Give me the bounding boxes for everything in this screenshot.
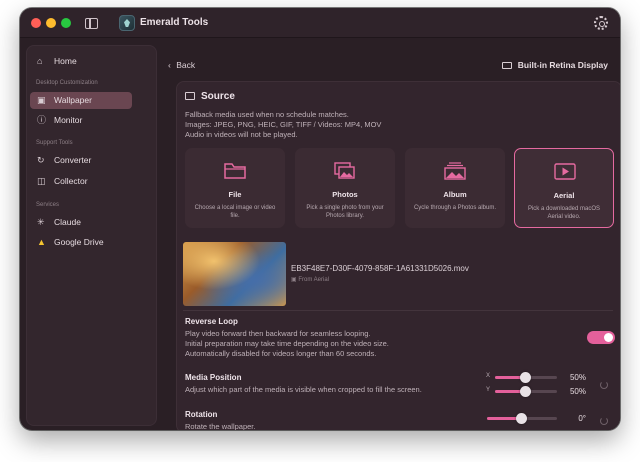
sidebar-item-label: Converter xyxy=(54,155,92,165)
display-icon xyxy=(501,62,512,69)
desc-line: Images: JPEG, PNG, HEIC, GIF, TIFF / Vid… xyxy=(185,120,382,129)
sidebar-section-services: Services xyxy=(36,202,60,208)
play-icon xyxy=(554,163,576,180)
source-origin: ▣ From Aerial xyxy=(291,276,329,283)
google-drive-icon: ▲ xyxy=(37,237,46,247)
position-x-value: 50% xyxy=(569,373,586,382)
sidebar-item-monitor[interactable]: ⓘ Monitor xyxy=(30,112,132,129)
divider xyxy=(183,310,613,311)
app-title: Emerald Tools xyxy=(140,17,209,28)
sidebar-item-label: Wallpaper xyxy=(54,95,92,105)
slider-knob[interactable] xyxy=(516,413,527,424)
title-bar: Emerald Tools xyxy=(20,8,620,38)
reset-rotation-icon[interactable] xyxy=(600,417,608,425)
album-icon xyxy=(444,162,466,180)
gear-icon[interactable] xyxy=(594,16,608,30)
card-title: File xyxy=(228,190,242,199)
sidebar-item-home[interactable]: ⌂ Home xyxy=(30,53,132,70)
sidebar: ⌂ Home Desktop Customization ▣ Wallpaper… xyxy=(26,45,157,426)
source-card-aerial[interactable]: Aerial Pick a downloaded macOS Aerial vi… xyxy=(514,148,614,228)
source-origin-label: From Aerial xyxy=(298,277,330,283)
refresh-icon: ↻ xyxy=(37,155,45,165)
media-position-title: Media Position xyxy=(185,373,242,382)
close-window-button[interactable] xyxy=(31,18,41,28)
display-selector[interactable]: Built-in Retina Display xyxy=(501,60,608,70)
card-title: Album xyxy=(443,190,467,199)
source-card-photos[interactable]: Photos Pick a single photo from your Pho… xyxy=(295,148,395,228)
desc-line: Initial preparation may take time depend… xyxy=(185,339,389,348)
photos-icon xyxy=(334,162,355,179)
image-icon: ▣ xyxy=(37,95,46,105)
card-title: Aerial xyxy=(553,191,575,200)
sidebar-item-label: Claude xyxy=(54,217,81,227)
back-label: Back xyxy=(176,60,196,70)
source-panel: Source Fallback media used when no sched… xyxy=(176,81,620,430)
desc-line: Play video forward then backward for sea… xyxy=(185,329,371,338)
y-axis-label: Y xyxy=(486,387,491,393)
sidebar-item-converter[interactable]: ↻ Converter xyxy=(30,152,132,169)
sidebar-toggle-icon[interactable] xyxy=(85,18,98,29)
minimize-window-button[interactable] xyxy=(46,18,56,28)
sidebar-item-collector[interactable]: ◫ Collector xyxy=(30,173,132,190)
folder-icon xyxy=(224,163,246,179)
position-x-slider[interactable] xyxy=(495,372,557,383)
video-thumbnail xyxy=(183,242,286,306)
zoom-window-button[interactable] xyxy=(61,18,71,28)
main-content: ‹ Back Built-in Retina Display Source Fa… xyxy=(157,38,620,430)
rotation-description: Rotate the wallpaper. xyxy=(185,422,256,430)
collector-icon: ◫ xyxy=(37,176,46,186)
reset-position-icon[interactable] xyxy=(600,381,608,389)
sidebar-item-label: Google Drive xyxy=(54,237,104,247)
desc-line: Fallback media used when no schedule mat… xyxy=(185,110,349,119)
app-logo-icon xyxy=(119,15,135,31)
sidebar-item-wallpaper[interactable]: ▣ Wallpaper xyxy=(30,92,132,109)
chevron-left-icon: ‹ xyxy=(168,60,171,70)
image-icon xyxy=(185,92,195,100)
card-title: Photos xyxy=(332,190,358,199)
source-description: Fallback media used when no schedule mat… xyxy=(185,110,381,140)
section-title: Source xyxy=(201,91,235,102)
card-subtitle: Choose a local image or video file. xyxy=(194,205,276,219)
media-position-description: Adjust which part of the media is visibl… xyxy=(185,385,422,394)
rotation-slider[interactable] xyxy=(487,413,557,424)
card-subtitle: Pick a single photo from your Photos lib… xyxy=(306,205,384,219)
rotation-value: 0° xyxy=(578,414,586,423)
position-y-value: 50% xyxy=(569,387,586,396)
sidebar-section-desktop-customization: Desktop Customization xyxy=(36,80,98,86)
reverse-loop-description: Play video forward then backward for sea… xyxy=(185,329,389,359)
file-name: EB3F48E7-D30F-4079-858F-1A61331D5026.mov xyxy=(291,264,469,273)
rotation-title: Rotation xyxy=(185,410,218,419)
info-icon: ⓘ xyxy=(37,115,47,125)
source-card-album[interactable]: Album Cycle through a Photos album. xyxy=(405,148,505,228)
reverse-loop-title: Reverse Loop xyxy=(185,317,238,326)
slider-knob[interactable] xyxy=(520,372,531,383)
desc-line: Audio in videos will not be played. xyxy=(185,130,298,139)
reverse-loop-toggle[interactable] xyxy=(587,331,615,344)
sidebar-item-claude[interactable]: ✳ Claude xyxy=(30,214,132,231)
source-card-file[interactable]: File Choose a local image or video file. xyxy=(185,148,285,228)
x-axis-label: X xyxy=(486,373,491,379)
claude-icon: ✳ xyxy=(37,217,45,227)
display-label: Built-in Retina Display xyxy=(517,60,608,70)
sidebar-item-google-drive[interactable]: ▲ Google Drive xyxy=(30,234,132,251)
app-window: Emerald Tools ⌂ Home Desktop Customizati… xyxy=(20,8,620,430)
sidebar-item-label: Home xyxy=(54,56,77,66)
desc-line: Automatically disabled for videos longer… xyxy=(185,349,377,358)
back-button[interactable]: ‹ Back xyxy=(168,60,195,70)
sidebar-section-support-tools: Support Tools xyxy=(36,140,73,146)
sidebar-item-label: Monitor xyxy=(54,115,83,125)
home-icon: ⌂ xyxy=(37,56,43,66)
card-subtitle: Cycle through a Photos album. xyxy=(413,205,497,211)
sidebar-item-label: Collector xyxy=(54,176,88,186)
slider-knob[interactable] xyxy=(520,386,531,397)
position-y-slider[interactable] xyxy=(495,386,557,397)
card-subtitle: Pick a downloaded macOS Aerial video. xyxy=(527,206,601,220)
